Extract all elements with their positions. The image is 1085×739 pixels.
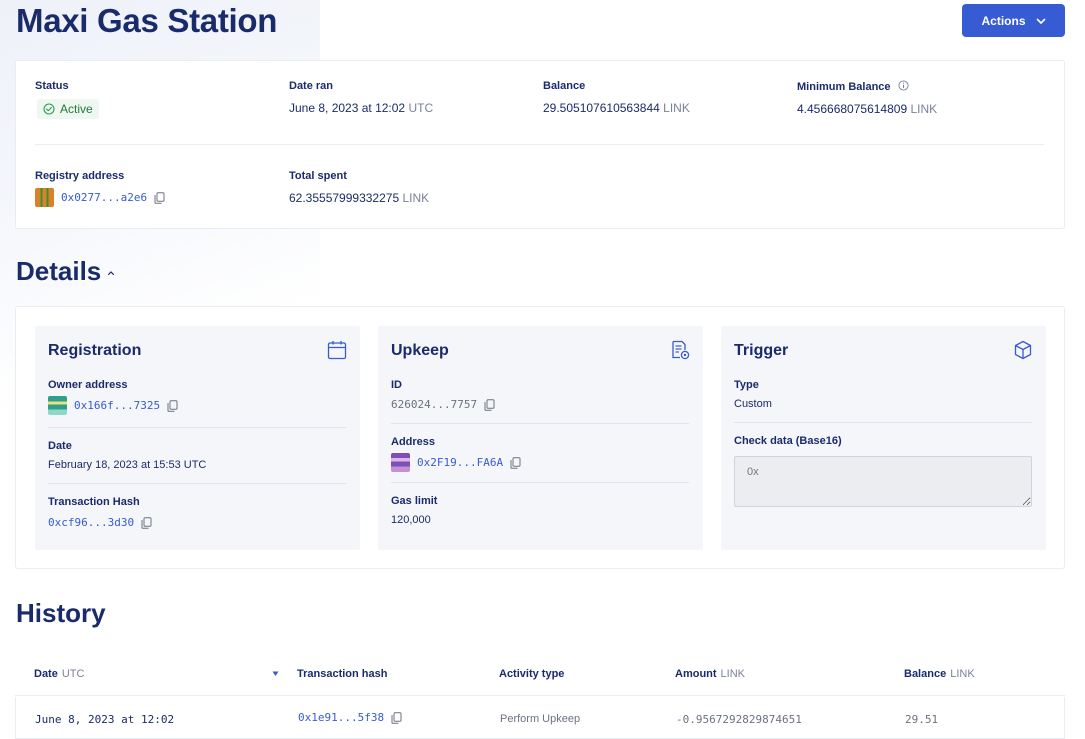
min-balance-unit: LINK <box>910 102 938 116</box>
col-date[interactable]: Date UTC <box>34 668 84 680</box>
document-gear-icon <box>672 340 690 360</box>
date-ran-value: June 8, 2023 at 12:02 <box>289 101 406 115</box>
details-card: Registration Owner address 0x166f...7325… <box>15 306 1065 569</box>
panel-divider <box>391 482 689 483</box>
owner-address-link[interactable]: 0x166f...7325 <box>74 399 160 412</box>
balance-field: Balance 29.505107610563844 LINK <box>543 80 690 115</box>
copy-icon[interactable] <box>510 456 521 469</box>
row-tx-link[interactable]: 0x1e91...5f38 <box>298 711 384 724</box>
row-balance: 29.51 <box>905 713 939 726</box>
actions-label: Actions <box>981 13 1026 28</box>
balance-unit: LINK <box>663 101 690 115</box>
registry-address-link[interactable]: 0x0277...a2e6 <box>61 191 147 204</box>
registry-label: Registry address <box>35 170 125 182</box>
balance-value: 29.505107610563844 <box>543 101 660 115</box>
status-field: Status Active <box>35 80 99 120</box>
type-value: Custom <box>734 398 772 410</box>
row-activity: Perform Upkeep <box>500 713 581 725</box>
summary-card: Status Active Date ran June 8, 2023 at 1… <box>15 60 1065 229</box>
summary-divider <box>35 144 1044 145</box>
check-circle-icon <box>43 103 55 115</box>
trigger-panel: Trigger Type Custom Check data (Base16) <box>721 326 1046 550</box>
copy-icon[interactable] <box>391 711 402 724</box>
min-balance-label: Minimum Balance <box>797 81 891 93</box>
col-activity-label: Activity type <box>499 668 565 680</box>
trigger-title: Trigger <box>734 342 789 359</box>
min-balance-value: 4.456668075614809 <box>797 102 908 116</box>
status-value: Active <box>60 102 93 116</box>
copy-icon[interactable] <box>484 398 495 411</box>
chevron-down-icon <box>1036 18 1045 24</box>
date-ran-label: Date ran <box>289 80 334 92</box>
page-title: Maxi Gas Station <box>16 2 278 39</box>
copy-icon[interactable] <box>141 516 152 529</box>
upkeep-address-link[interactable]: 0x2F19...FA6A <box>417 456 503 469</box>
owner-avatar <box>48 396 67 415</box>
total-spent-label: Total spent <box>289 170 347 182</box>
gas-limit-label: Gas limit <box>391 495 438 507</box>
col-balance-unit: LINK <box>950 668 975 680</box>
gas-limit-value: 120,000 <box>391 514 431 526</box>
history-table-header: Date UTC Transaction hash Activity type A… <box>15 653 1065 696</box>
col-amount-unit: LINK <box>720 668 746 680</box>
row-date: June 8, 2023 at 12:02 <box>35 713 175 726</box>
total-spent-unit: LINK <box>402 191 430 205</box>
col-tx-hash-label: Transaction hash <box>297 668 388 680</box>
upkeep-address-label: Address <box>391 436 436 448</box>
panel-divider <box>48 483 346 484</box>
status-badge: Active <box>37 99 99 119</box>
col-balance: Balance LINK <box>904 668 975 680</box>
type-label: Type <box>734 379 759 391</box>
registration-title: Registration <box>48 342 142 359</box>
owner-label: Owner address <box>48 379 128 391</box>
id-label: ID <box>391 379 402 391</box>
balance-label: Balance <box>543 80 586 92</box>
total-spent-value: 62.35557999332275 <box>289 191 400 205</box>
copy-icon[interactable] <box>154 191 165 204</box>
check-data-field[interactable] <box>734 456 1032 507</box>
upkeep-avatar <box>391 453 410 472</box>
min-balance-field: Minimum Balance 4.456668075614809 LINK <box>797 80 937 116</box>
total-spent-field: Total spent 62.35557999332275 LINK <box>289 170 429 205</box>
col-amount-label: Amount <box>675 668 717 680</box>
col-date-unit: UTC <box>61 668 85 680</box>
details-title: Details <box>16 256 102 286</box>
reg-date-label: Date <box>48 440 72 452</box>
row-tx-cell: 0x1e91...5f38 <box>298 711 402 724</box>
info-icon[interactable] <box>898 80 909 91</box>
upkeep-panel: Upkeep ID 626024...7757 Address 0x2F19..… <box>378 326 703 550</box>
col-tx-hash: Transaction hash <box>297 668 387 680</box>
date-ran-tz: UTC <box>408 101 434 115</box>
cube-icon <box>1014 340 1032 360</box>
upkeep-title: Upkeep <box>391 342 449 359</box>
registry-avatar <box>35 188 54 207</box>
col-amount: Amount LINK <box>675 668 745 680</box>
reg-date-value: February 18, 2023 at 15:53 UTC <box>48 459 207 471</box>
calendar-icon <box>327 341 347 360</box>
table-row: June 8, 2023 at 12:02 0x1e91...5f38 Perf… <box>15 697 1065 739</box>
panel-divider <box>734 422 1032 423</box>
actions-button[interactable]: Actions <box>962 4 1065 37</box>
chevron-up-icon <box>108 271 115 276</box>
registration-panel: Registration Owner address 0x166f...7325… <box>35 326 360 550</box>
tx-hash-label: Transaction Hash <box>48 496 140 508</box>
check-data-label: Check data (Base16) <box>734 435 842 447</box>
col-date-label: Date <box>34 668 58 680</box>
registry-field: Registry address 0x0277...a2e6 <box>35 170 165 207</box>
row-amount: -0.9567292829874651 <box>676 713 802 726</box>
sort-down-icon[interactable] <box>272 670 279 677</box>
copy-icon[interactable] <box>167 399 178 412</box>
history-title: History <box>16 598 106 628</box>
upkeep-id-value: 626024...7757 <box>391 398 478 411</box>
status-label: Status <box>35 80 69 92</box>
col-activity: Activity type <box>499 668 564 680</box>
panel-divider <box>48 427 346 428</box>
tx-hash-link[interactable]: 0xcf96...3d30 <box>48 516 134 529</box>
panel-divider <box>391 423 689 424</box>
col-balance-label: Balance <box>904 668 947 680</box>
date-ran-field: Date ran June 8, 2023 at 12:02 UTC <box>289 80 433 115</box>
details-toggle[interactable]: Details <box>16 256 115 287</box>
